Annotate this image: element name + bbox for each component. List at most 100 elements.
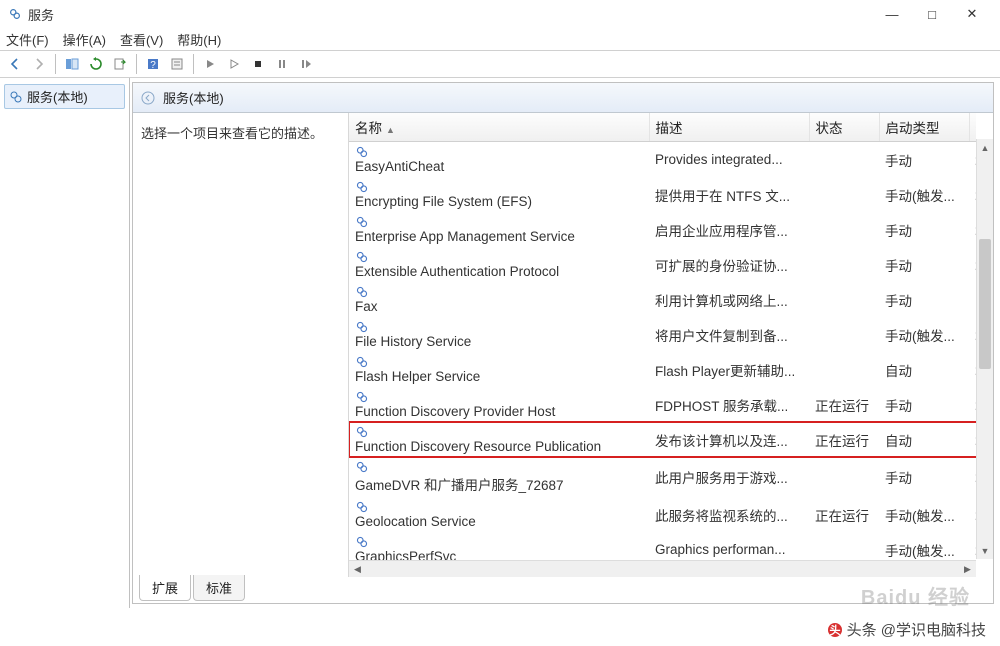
horizontal-scrollbar[interactable]: ◀ ▶: [349, 560, 976, 577]
cell-startup: 自动: [879, 352, 969, 387]
cell-status: [809, 532, 879, 560]
cell-logon: 本: [969, 497, 976, 532]
cell-logon: 本: [969, 532, 976, 560]
start-button[interactable]: [199, 53, 221, 75]
cell-name: Enterprise App Management Service: [349, 212, 649, 247]
properties-button[interactable]: [166, 53, 188, 75]
col-status[interactable]: 状态: [809, 113, 879, 142]
bottom-tabs: 扩展 标准: [133, 577, 993, 603]
cell-name: Geolocation Service: [349, 497, 649, 532]
cell-desc: 启用企业应用程序管...: [649, 212, 809, 247]
cell-logon: 本: [969, 457, 976, 497]
scroll-up-icon[interactable]: ▲: [977, 139, 993, 156]
table-row[interactable]: Geolocation Service此服务将监视系统的...正在运行手动(触发…: [349, 497, 976, 532]
cell-desc: Graphics performan...: [649, 532, 809, 560]
cell-name: Function Discovery Provider Host: [349, 387, 649, 422]
col-desc[interactable]: 描述: [649, 113, 809, 142]
table-row[interactable]: EasyAntiCheatProvides integrated...手动本: [349, 142, 976, 178]
cell-desc: Provides integrated...: [649, 142, 809, 178]
cell-name: Fax: [349, 282, 649, 317]
cell-status: 正在运行: [809, 422, 879, 457]
services-icon: [9, 90, 23, 104]
cell-startup: 手动(触发...: [879, 497, 969, 532]
main-body: 选择一个项目来查看它的描述。 名称▲ 描述 状态 启动类型 登: [133, 113, 993, 577]
service-table: 名称▲ 描述 状态 启动类型 登 EasyAntiCheatProvides i…: [349, 113, 976, 560]
back-button[interactable]: [4, 53, 26, 75]
table-row[interactable]: Function Discovery Resource Publication发…: [349, 422, 976, 457]
table-row[interactable]: Fax利用计算机或网络上...手动网: [349, 282, 976, 317]
scroll-thumb[interactable]: [979, 239, 991, 369]
refresh-button[interactable]: [85, 53, 107, 75]
forward-button[interactable]: [28, 53, 50, 75]
cell-name: Function Discovery Resource Publication: [349, 422, 649, 457]
main-header: 服务(本地): [133, 83, 993, 113]
attribution-icon: 头: [827, 622, 843, 638]
table-row[interactable]: GraphicsPerfSvcGraphics performan... 手动(触…: [349, 532, 976, 560]
cell-name: GameDVR 和广播用户服务_72687: [349, 457, 649, 497]
cell-logon: 本: [969, 387, 976, 422]
cell-logon: 本: [969, 142, 976, 178]
menu-action[interactable]: 操作(A): [63, 30, 106, 49]
cell-status: [809, 142, 879, 178]
cell-status: [809, 177, 879, 212]
menu-file[interactable]: 文件(F): [6, 30, 49, 49]
help-button[interactable]: ?: [142, 53, 164, 75]
cell-name: Encrypting File System (EFS): [349, 177, 649, 212]
cell-desc: 此用户服务用于游戏...: [649, 457, 809, 497]
window-title: 服务: [28, 5, 872, 24]
cell-name: GraphicsPerfSvc: [349, 532, 649, 560]
table-row[interactable]: GameDVR 和广播用户服务_72687此用户服务用于游戏...手动本: [349, 457, 976, 497]
cell-name: Flash Helper Service: [349, 352, 649, 387]
table-row[interactable]: Extensible Authentication Protocol可扩展的身份…: [349, 247, 976, 282]
tab-standard[interactable]: 标准: [193, 575, 245, 601]
cell-logon: 本: [969, 422, 976, 457]
export-button[interactable]: [109, 53, 131, 75]
cell-logon: 本: [969, 352, 976, 387]
cell-desc: 利用计算机或网络上...: [649, 282, 809, 317]
menu-view[interactable]: 查看(V): [120, 30, 163, 49]
cell-startup: 手动: [879, 247, 969, 282]
table-row[interactable]: Flash Helper ServiceFlash Player更新辅助...自…: [349, 352, 976, 387]
cell-startup: 手动(触发...: [879, 532, 969, 560]
cell-startup: 手动(触发...: [879, 177, 969, 212]
table-row[interactable]: Enterprise App Management Service启用企业应用程…: [349, 212, 976, 247]
cell-status: 正在运行: [809, 387, 879, 422]
back-icon[interactable]: [141, 91, 155, 105]
show-hide-tree-button[interactable]: [61, 53, 83, 75]
table-row[interactable]: File History Service将用户文件复制到备...手动(触发...…: [349, 317, 976, 352]
minimize-button[interactable]: —: [872, 0, 912, 28]
cell-logon: 本: [969, 177, 976, 212]
col-name[interactable]: 名称▲: [349, 113, 649, 142]
cell-startup: 手动: [879, 387, 969, 422]
toolbar: ?: [0, 50, 1000, 78]
pause-button[interactable]: [271, 53, 293, 75]
tree-root-item[interactable]: 服务(本地): [4, 84, 125, 109]
table-row[interactable]: Function Discovery Provider HostFDPHOST …: [349, 387, 976, 422]
window-controls: — □ ✕: [872, 0, 992, 28]
cell-logon: 本: [969, 247, 976, 282]
restart-button[interactable]: [295, 53, 317, 75]
attribution-text: 头条 @学识电脑科技: [847, 619, 986, 640]
stop-button[interactable]: [247, 53, 269, 75]
description-pane: 选择一个项目来查看它的描述。: [133, 113, 348, 577]
cell-status: [809, 212, 879, 247]
tree-pane: 服务(本地): [0, 78, 130, 608]
maximize-button[interactable]: □: [912, 0, 952, 28]
app-icon: [8, 7, 22, 21]
play-button[interactable]: [223, 53, 245, 75]
cell-status: [809, 247, 879, 282]
scroll-left-icon[interactable]: ◀: [349, 561, 366, 577]
col-logon[interactable]: 登: [969, 113, 976, 142]
menu-help[interactable]: 帮助(H): [177, 30, 221, 49]
cell-name: File History Service: [349, 317, 649, 352]
vertical-scrollbar[interactable]: ▲ ▼: [976, 139, 993, 559]
tree-root-label: 服务(本地): [27, 87, 88, 106]
cell-status: [809, 317, 879, 352]
table-row[interactable]: Encrypting File System (EFS)提供用于在 NTFS 文…: [349, 177, 976, 212]
col-startup[interactable]: 启动类型: [879, 113, 969, 142]
tab-extended[interactable]: 扩展: [139, 575, 191, 601]
cell-desc: 可扩展的身份验证协...: [649, 247, 809, 282]
scroll-down-icon[interactable]: ▼: [977, 542, 993, 559]
scroll-right-icon[interactable]: ▶: [959, 561, 976, 577]
close-button[interactable]: ✕: [952, 0, 992, 28]
